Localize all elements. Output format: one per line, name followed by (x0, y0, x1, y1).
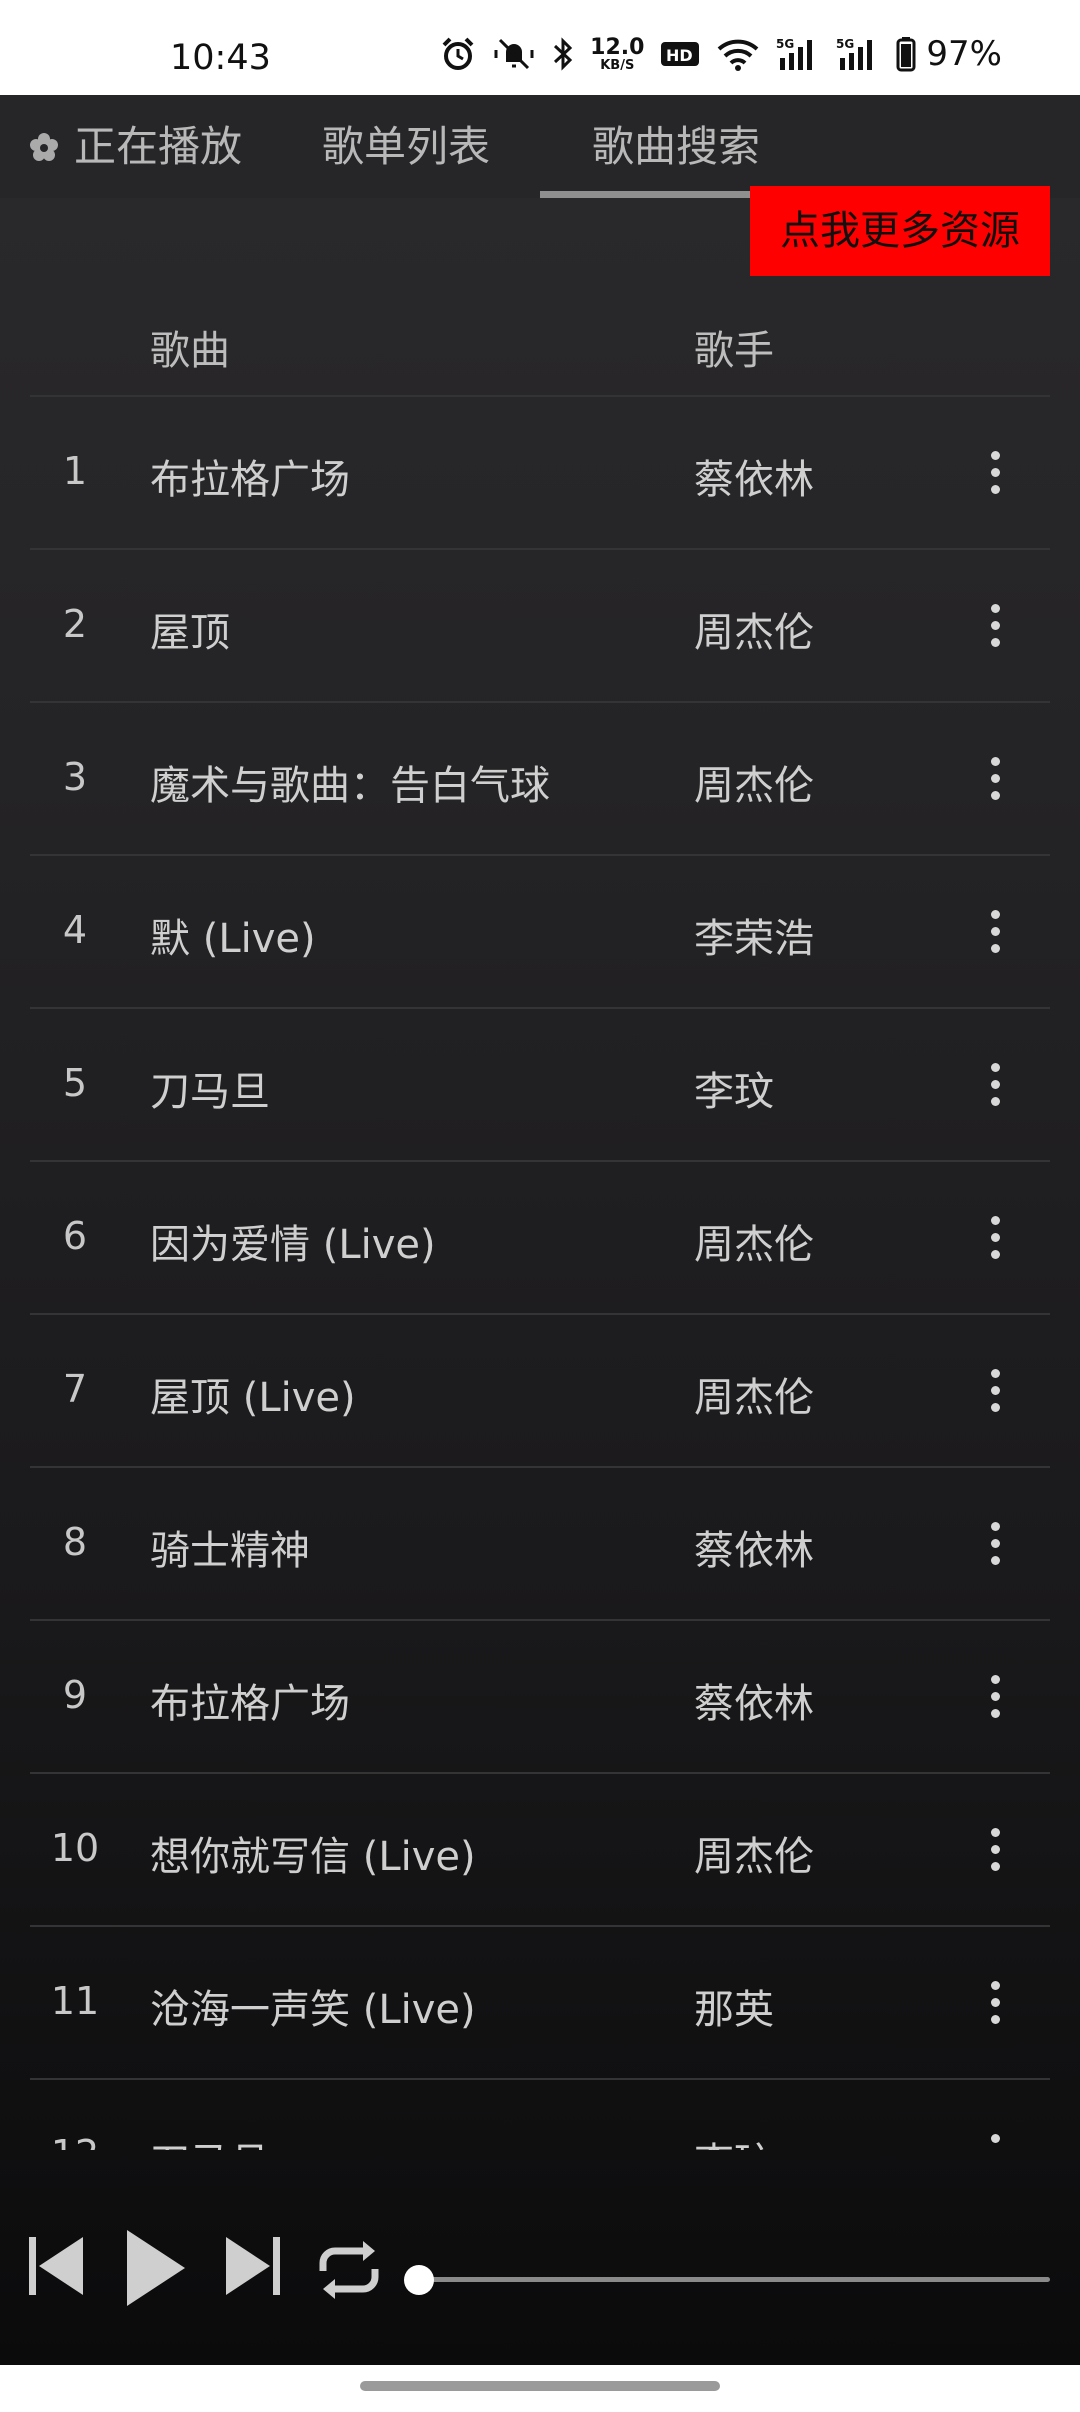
status-icons: 12.0 KB/S HD 5G 5G 97% (440, 34, 1002, 74)
mute-icon (494, 38, 534, 70)
song-artist: 那英 (694, 1987, 774, 2033)
more-resources-button[interactable]: 点我更多资源 (750, 186, 1050, 276)
signal-5g-icon-2: 5G (836, 37, 873, 70)
song-number: 12 (50, 2132, 100, 2150)
song-row[interactable]: 5 刀马旦 李玟 (0, 1009, 1080, 1162)
alarm-icon (442, 37, 474, 70)
song-title: 因为爱情 (Live) (150, 1222, 436, 1268)
tab-label: 正在播放 (74, 122, 243, 171)
repeat-icon[interactable] (313, 2237, 385, 2303)
more-options-icon[interactable] (960, 1809, 1030, 1889)
song-artist: 周杰伦 (694, 1375, 814, 1421)
more-options-icon[interactable] (960, 1044, 1030, 1124)
song-row[interactable]: 4 默 (Live) 李荣浩 (0, 856, 1080, 1009)
song-row[interactable]: 1 布拉格广场 蔡依林 (0, 397, 1080, 550)
home-handle[interactable] (360, 2381, 720, 2391)
song-artist: 周杰伦 (694, 610, 814, 656)
song-number: 6 (62, 1214, 88, 1258)
net-speed: 12.0 KB/S (590, 34, 645, 73)
tab-label: 歌单列表 (322, 122, 491, 171)
status-time: 10:43 (170, 38, 271, 78)
song-row[interactable]: 3 魔术与歌曲：告白气球 周杰伦 (0, 703, 1080, 856)
tab-song-search[interactable]: 歌曲搜索 (592, 95, 760, 198)
song-artist: 李玟 (694, 1069, 774, 1115)
song-artist: 蔡依林 (694, 1528, 814, 1574)
song-artist: 蔡依林 (694, 1681, 814, 1727)
more-options-icon[interactable] (960, 1656, 1030, 1736)
previous-icon[interactable] (25, 2233, 87, 2299)
song-row[interactable]: 6 因为爱情 (Live) 周杰伦 (0, 1162, 1080, 1315)
more-options-icon[interactable] (960, 432, 1030, 512)
song-number: 4 (62, 908, 88, 952)
more-options-icon[interactable] (960, 738, 1030, 818)
tab-bar: 正在播放 歌单列表 歌曲搜索 (0, 95, 1080, 198)
song-title: 默 (Live) (150, 916, 316, 962)
song-title: 骑士精神 (150, 1528, 310, 1574)
song-row[interactable]: 9 布拉格广场 蔡依林 (0, 1621, 1080, 1774)
progress-track[interactable] (420, 2277, 1050, 2282)
song-number: 3 (62, 755, 88, 799)
more-options-icon[interactable] (960, 1962, 1030, 2042)
song-number: 10 (50, 1826, 100, 1870)
song-row[interactable]: 10 想你就写信 (Live) 周杰伦 (0, 1774, 1080, 1927)
progress-knob[interactable] (404, 2265, 434, 2295)
tab-label: 歌曲搜索 (592, 122, 761, 171)
song-number: 9 (62, 1673, 88, 1717)
more-options-icon[interactable] (960, 585, 1030, 665)
hd-voice-icon: HD (661, 42, 700, 66)
more-options-icon[interactable] (960, 1197, 1030, 1277)
song-title: 沧海一声笑 (Live) (150, 1987, 476, 2033)
flower-icon (30, 132, 58, 161)
song-title: 屋顶 (Live) (150, 1375, 356, 1421)
next-icon[interactable] (222, 2233, 284, 2299)
more-options-icon[interactable] (960, 1350, 1030, 1430)
status-bar: 10:43 12.0 KB/S HD 5G 5G 97% (0, 0, 1080, 95)
system-nav-bar (0, 2365, 1080, 2412)
song-title: 布拉格广场 (150, 1681, 350, 1727)
bluetooth-icon (554, 37, 573, 71)
song-artist: 周杰伦 (694, 1222, 814, 1268)
song-number: 11 (50, 1979, 100, 2023)
song-number: 8 (62, 1520, 88, 1564)
song-title: 刀马旦 (150, 2130, 270, 2150)
column-artist: 歌手 (694, 328, 774, 374)
wifi-icon (718, 39, 759, 71)
song-row[interactable]: 12 刀马旦 李玟 (0, 2080, 1080, 2150)
song-number: 5 (62, 1061, 88, 1105)
signal-5g-icon: 5G (776, 37, 813, 70)
song-number: 7 (62, 1367, 88, 1411)
song-number: 2 (62, 602, 88, 646)
song-title: 魔术与歌曲：告白气球 (150, 763, 550, 809)
battery-icon (896, 37, 916, 72)
song-artist: 周杰伦 (694, 1834, 814, 1880)
song-artist: 李玟 (694, 2130, 774, 2150)
column-header: 歌曲 歌手 (0, 280, 1080, 395)
column-song: 歌曲 (150, 328, 230, 374)
svg-text:HD: HD (666, 46, 693, 65)
song-row[interactable]: 7 屋顶 (Live) 周杰伦 (0, 1315, 1080, 1468)
song-row[interactable]: 2 屋顶 周杰伦 (0, 550, 1080, 703)
svg-text:5G: 5G (776, 37, 794, 51)
play-icon[interactable] (125, 2228, 187, 2308)
more-options-icon[interactable] (960, 2115, 1030, 2150)
tab-playlists[interactable]: 歌单列表 (322, 95, 490, 198)
song-list[interactable]: 1 布拉格广场 蔡依林 2 屋顶 周杰伦 3 魔术与歌曲：告白气球 周杰伦 4 默 (Live) 李荣… (0, 397, 1080, 2150)
app-container: 正在播放 歌单列表 歌曲搜索 点我更多资源 歌曲 歌手 1 布拉格广场 蔡依林 2 屋顶… (0, 95, 1080, 2365)
more-options-icon[interactable] (960, 891, 1030, 971)
song-artist: 蔡依林 (694, 457, 814, 503)
svg-text:5G: 5G (836, 37, 854, 51)
more-options-icon[interactable] (960, 1503, 1030, 1583)
song-number: 1 (62, 449, 88, 493)
song-title: 屋顶 (150, 610, 230, 656)
song-artist: 周杰伦 (694, 763, 814, 809)
battery-percent: 97% (926, 34, 1002, 74)
song-title: 布拉格广场 (150, 457, 350, 503)
song-title: 想你就写信 (Live) (150, 1834, 476, 1880)
song-artist: 李荣浩 (694, 916, 814, 962)
song-row[interactable]: 8 骑士精神 蔡依林 (0, 1468, 1080, 1621)
tab-now-playing[interactable]: 正在播放 (28, 95, 242, 198)
song-row[interactable]: 11 沧海一声笑 (Live) 那英 (0, 1927, 1080, 2080)
song-title: 刀马旦 (150, 1069, 270, 1115)
